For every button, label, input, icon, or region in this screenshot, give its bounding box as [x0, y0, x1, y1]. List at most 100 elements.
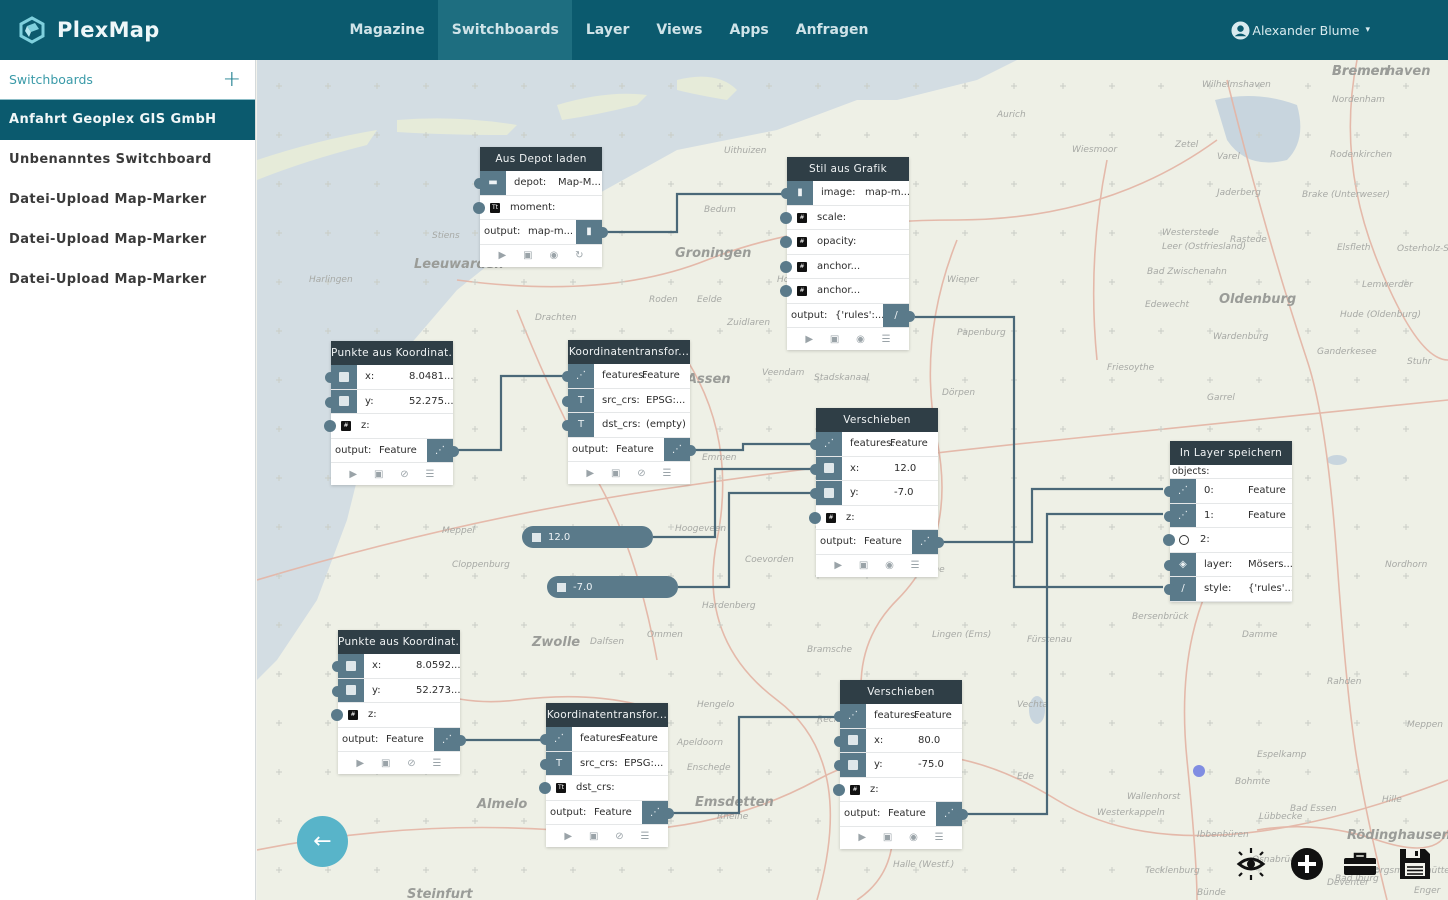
input-value[interactable]: Feature: [1248, 485, 1292, 496]
input-value[interactable]: map-m...: [865, 187, 909, 198]
node-koordinatentransformation-2[interactable]: Koordinatentransfor... ⋰ features: Featu…: [539, 703, 674, 847]
input-port[interactable]: [833, 783, 845, 796]
map-canvas[interactable]: Bremerhaven Wilhelmshaven Nordenham Aurich W…: [257, 60, 1448, 900]
sidebar-item-unbenanntes[interactable]: Unbenanntes Switchboard: [0, 140, 255, 180]
output-port[interactable]: /: [883, 303, 915, 327]
input-value[interactable]: Mösers...: [1248, 559, 1292, 570]
sidebar-item-datei-upload-2[interactable]: Datei-Upload Map-Marker: [0, 220, 255, 260]
input-anchor-x[interactable]: # anchor...: [780, 255, 909, 279]
user-menu[interactable]: Alexander Blume ▾: [1231, 0, 1370, 60]
sidebar-item-anfahrt[interactable]: Anfahrt Geoplex GIS GmbH: [0, 100, 255, 140]
input-port[interactable]: [325, 365, 357, 389]
input-port[interactable]: [473, 201, 485, 214]
input-object-1[interactable]: ⋰ 1: Feature: [1164, 503, 1292, 528]
input-port[interactable]: [809, 511, 821, 524]
output-port[interactable]: ▮: [576, 220, 608, 244]
input-features[interactable]: ⋰ features: Feature: [540, 727, 668, 752]
input-port[interactable]: ⋰: [1164, 503, 1196, 527]
view-toggle-button[interactable]: [1233, 846, 1269, 882]
nav-views[interactable]: Views: [643, 0, 716, 60]
preview-icon[interactable]: ▣: [589, 831, 598, 842]
input-value[interactable]: EPSG:...: [624, 758, 668, 769]
eye-icon[interactable]: ◉: [909, 832, 918, 843]
node-stil-aus-grafik[interactable]: Stil aus Grafik ▮ image: map-m... # scal…: [780, 157, 915, 350]
toolbox-button[interactable]: [1342, 846, 1378, 882]
input-z[interactable]: # z:: [833, 778, 962, 802]
input-z[interactable]: # z:: [324, 414, 453, 439]
list-icon[interactable]: ☰: [426, 469, 435, 480]
input-port[interactable]: ▮: [781, 181, 813, 205]
node-punkte-aus-koordinaten-1[interactable]: Punkte aus Koordinat... x: 8.0481... y: …: [324, 341, 459, 485]
node-in-layer-speichern[interactable]: In Layer speichern objects: ⋰ 0: Feature…: [1163, 441, 1292, 602]
node-title[interactable]: Punkte aus Koordinat...: [331, 341, 453, 365]
input-value[interactable]: Feature: [620, 733, 668, 744]
play-icon[interactable]: ▶: [858, 832, 866, 843]
eye-off-icon[interactable]: ⊘: [615, 831, 623, 842]
input-moment[interactable]: Tt moment:: [473, 196, 602, 220]
input-value[interactable]: EPSG:...: [646, 395, 690, 406]
input-style[interactable]: / style: {'rules'...: [1164, 577, 1292, 602]
play-icon[interactable]: ▶: [498, 250, 506, 261]
node-verschieben-2[interactable]: Verschieben ⋰ features: Feature x: 80.0 …: [833, 680, 968, 849]
input-src-crs[interactable]: T src_crs: EPSG:...: [562, 388, 690, 413]
input-port[interactable]: [834, 753, 866, 777]
node-title[interactable]: Koordinatentransfor...: [546, 703, 668, 727]
input-port[interactable]: T: [562, 388, 594, 412]
eye-off-icon[interactable]: ⊘: [407, 758, 415, 769]
input-port[interactable]: ⋰: [834, 704, 866, 728]
input-port[interactable]: [810, 456, 842, 480]
input-port[interactable]: [331, 709, 343, 721]
input-value[interactable]: 80.0: [918, 735, 962, 746]
input-scale[interactable]: # scale:: [780, 206, 909, 230]
input-port[interactable]: T: [540, 751, 572, 775]
input-y[interactable]: y: 52.275...: [325, 389, 453, 414]
input-dst-crs[interactable]: Tt dst_crs:: [539, 776, 668, 801]
preview-icon[interactable]: ▣: [859, 560, 868, 571]
preview-icon[interactable]: ▣: [374, 469, 383, 480]
eye-off-icon[interactable]: ⊘: [400, 469, 408, 480]
save-button[interactable]: [1397, 846, 1433, 882]
play-icon[interactable]: ▶: [564, 831, 572, 842]
input-y[interactable]: y: 52.273...: [332, 678, 460, 703]
input-value[interactable]: (empty): [646, 419, 690, 430]
input-x[interactable]: x: 8.0592...: [332, 654, 460, 679]
add-switchboard-button[interactable]: +: [223, 68, 241, 91]
input-image[interactable]: ▮ image: map-m...: [781, 181, 909, 206]
list-icon[interactable]: ☰: [641, 831, 650, 842]
play-icon[interactable]: ▶: [834, 560, 842, 571]
input-port[interactable]: [780, 285, 792, 297]
input-value[interactable]: Feature: [1248, 510, 1292, 521]
nav-switchboards[interactable]: Switchboards: [438, 0, 573, 60]
node-aus-depot-laden[interactable]: Aus Depot laden ▬ depot: Map-M... Tt mom…: [473, 147, 608, 267]
preview-icon[interactable]: ▣: [883, 832, 892, 843]
input-value[interactable]: -75.0: [918, 759, 962, 770]
sidebar-item-datei-upload-1[interactable]: Datei-Upload Map-Marker: [0, 180, 255, 220]
input-x[interactable]: x: 12.0: [810, 456, 938, 481]
play-icon[interactable]: ▶: [586, 468, 594, 479]
input-port[interactable]: [332, 654, 364, 678]
input-port[interactable]: [325, 389, 357, 413]
input-anchor-y[interactable]: # anchor...: [780, 279, 909, 304]
output-port[interactable]: ⋰: [936, 802, 968, 826]
input-port[interactable]: T: [562, 413, 594, 437]
eye-icon[interactable]: ◉: [885, 560, 894, 571]
input-port[interactable]: [780, 211, 792, 224]
input-features[interactable]: ⋰ features: Feature: [810, 432, 938, 457]
input-value[interactable]: 8.0592...: [416, 660, 460, 671]
node-title[interactable]: Koordinatentransfor...: [568, 340, 690, 364]
input-port[interactable]: [539, 782, 551, 794]
output-port[interactable]: ⋰: [434, 727, 466, 751]
input-port[interactable]: ◈: [1164, 552, 1196, 576]
input-z[interactable]: # z:: [809, 506, 938, 530]
play-icon[interactable]: ▶: [356, 758, 364, 769]
input-value[interactable]: 12.0: [894, 463, 938, 474]
input-features[interactable]: ⋰ features: Feature: [562, 364, 690, 389]
output-port[interactable]: ⋰: [642, 800, 674, 824]
input-port[interactable]: [1163, 534, 1175, 546]
input-dst-crs[interactable]: T dst_crs: (empty): [562, 413, 690, 438]
node-title[interactable]: Stil aus Grafik: [787, 157, 909, 181]
input-port[interactable]: [332, 678, 364, 702]
input-opacity[interactable]: # opacity:: [780, 230, 909, 255]
input-value[interactable]: Feature: [642, 370, 690, 381]
output-port[interactable]: ⋰: [664, 437, 696, 461]
